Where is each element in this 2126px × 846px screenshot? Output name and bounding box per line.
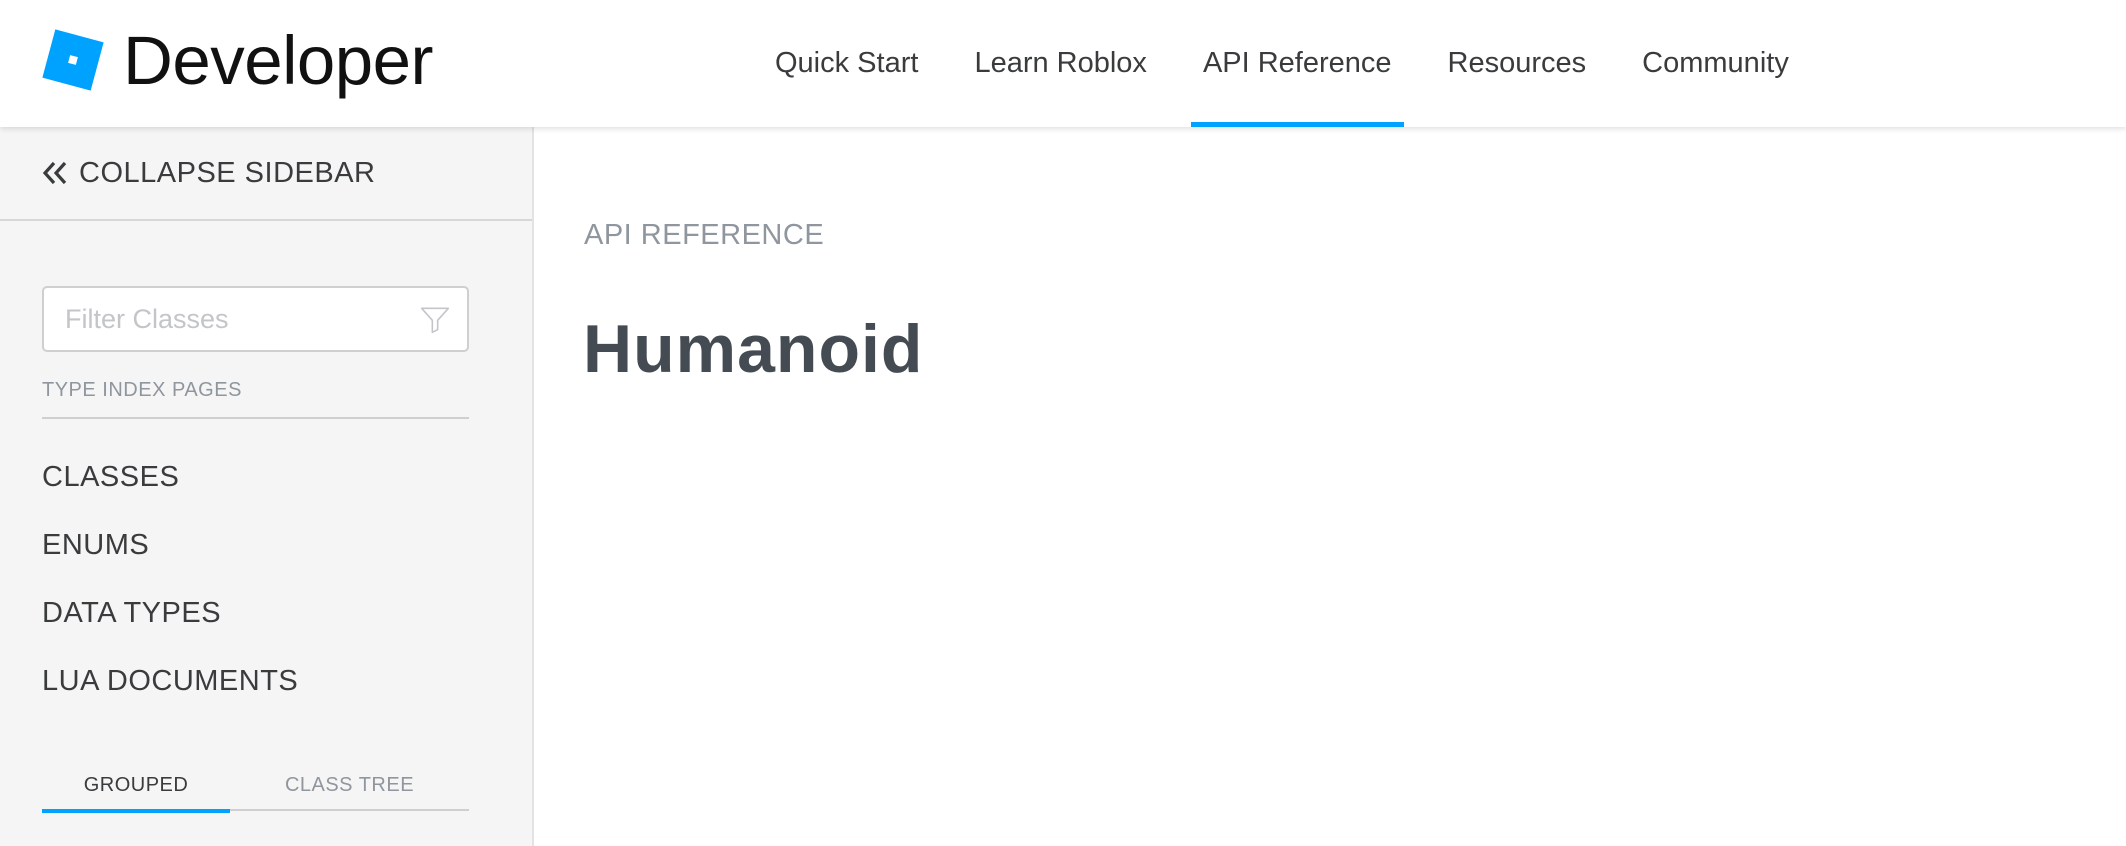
roblox-logo-icon: [42, 29, 104, 91]
tab-grouped[interactable]: GROUPED: [42, 759, 230, 813]
developer-logo[interactable]: Developer: [41, 20, 434, 100]
filter-classes-input[interactable]: [44, 288, 419, 350]
type-index-enums[interactable]: ENUMS: [42, 511, 298, 579]
nav-api-reference[interactable]: API Reference: [1190, 0, 1404, 127]
type-index-heading: TYPE INDEX PAGES: [42, 379, 242, 401]
nav-quick-start[interactable]: Quick Start: [763, 0, 930, 127]
tab-class-tree[interactable]: CLASS TREE: [230, 759, 469, 811]
collapse-sidebar-label: COLLAPSE SIDEBAR: [79, 156, 376, 189]
type-index-data-types[interactable]: DATA TYPES: [42, 579, 298, 647]
type-index-list: CLASSES ENUMS DATA TYPES LUA DOCUMENTS: [42, 443, 298, 715]
funnel-icon[interactable]: [419, 295, 451, 343]
type-index-lua-documents[interactable]: LUA DOCUMENTS: [42, 647, 298, 715]
breadcrumb[interactable]: API REFERENCE: [584, 219, 824, 252]
sidebar: COLLAPSE SIDEBAR TYPE INDEX PAGES CLASSE…: [0, 127, 534, 846]
double-chevron-left-icon: [42, 161, 67, 185]
type-index-classes[interactable]: CLASSES: [42, 443, 298, 511]
collapse-sidebar-button[interactable]: COLLAPSE SIDEBAR: [0, 127, 532, 221]
nav-resources[interactable]: Resources: [1436, 0, 1599, 127]
type-index-divider: [42, 417, 469, 419]
logo-text: Developer: [123, 21, 434, 99]
page-title: Humanoid: [583, 311, 924, 387]
main-content: API REFERENCE Humanoid: [536, 127, 2126, 846]
sidebar-view-tabs: GROUPED CLASS TREE: [42, 759, 469, 813]
nav-learn-roblox[interactable]: Learn Roblox: [962, 0, 1159, 127]
main-nav: Quick Start Learn Roblox API Reference R…: [763, 0, 1833, 127]
top-header: Developer Quick Start Learn Roblox API R…: [0, 0, 2126, 127]
filter-classes-box: [42, 286, 469, 352]
nav-community[interactable]: Community: [1630, 0, 1801, 127]
